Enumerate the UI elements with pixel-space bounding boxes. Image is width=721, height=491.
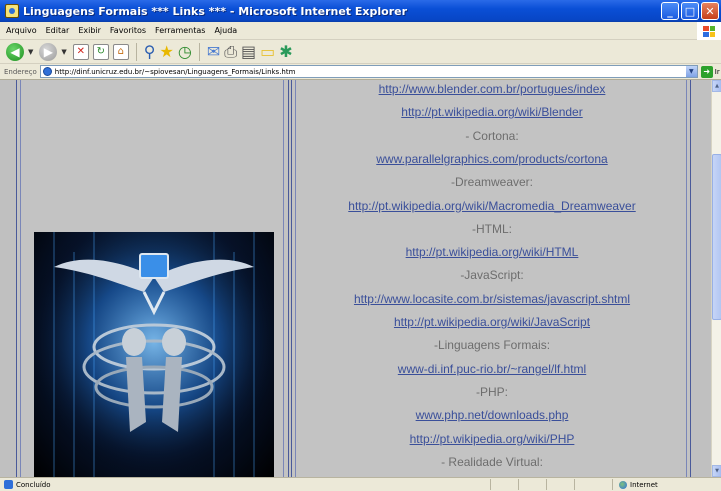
windows-logo-icon: [697, 22, 721, 40]
robots-artwork-image: [34, 232, 274, 477]
links-list: http://www.blender.com.br/portugues/inde…: [292, 80, 692, 477]
link-item[interactable]: http://pt.wikipedia.org/wiki/HTML: [292, 245, 692, 259]
mail-icon[interactable]: ✉: [207, 43, 220, 60]
history-icon[interactable]: ◷: [178, 43, 192, 60]
menu-bar: Arquivo Editar Exibir Favoritos Ferramen…: [0, 22, 721, 40]
link-item[interactable]: http://www.locasite.com.br/sistemas/java…: [292, 292, 692, 306]
link-item[interactable]: http://www.blender.com.br/portugues/inde…: [292, 82, 692, 96]
link-item[interactable]: http://pt.wikipedia.org/wiki/Macromedia_…: [292, 199, 692, 213]
refresh-icon[interactable]: ↻: [92, 43, 109, 60]
scroll-thumb[interactable]: [712, 154, 721, 320]
maximize-button[interactable]: □: [681, 2, 699, 20]
menu-arquivo[interactable]: Arquivo: [6, 26, 37, 35]
window-title: Linguagens Formais *** Links *** - Micro…: [23, 4, 408, 18]
toolbar: ◀ ▼ ▶ ▼ ✕ ↻ ⌂ ⚲ ★ ◷ ✉ ⎙ ▤ ▭ ✱: [0, 40, 721, 64]
link-item[interactable]: www.php.net/downloads.php: [292, 408, 692, 422]
link-item[interactable]: http://pt.wikipedia.org/wiki/Blender: [292, 105, 692, 119]
security-zone: Internet: [612, 479, 658, 490]
menu-exibir[interactable]: Exibir: [78, 26, 101, 35]
address-input[interactable]: http://dinf.unicruz.edu.br/~spiovesan/Li…: [39, 65, 698, 78]
back-icon[interactable]: ◀: [6, 42, 24, 61]
section-label: -HTML:: [472, 221, 512, 236]
scroll-down-button[interactable]: ▼: [712, 465, 721, 477]
menu-favoritos[interactable]: Favoritos: [110, 26, 146, 35]
page-viewport: http://www.blender.com.br/portugues/inde…: [0, 80, 711, 477]
status-text: Concluído: [16, 480, 51, 489]
window-controls: _ □ ✕: [661, 2, 719, 20]
status-panes: [490, 479, 602, 490]
link-item[interactable]: www-di.inf.puc-rio.br/~rangel/lf.html: [292, 362, 692, 376]
title-bar: Linguagens Formais *** Links *** - Micro…: [0, 0, 721, 22]
print-icon[interactable]: ⎙: [224, 43, 237, 60]
left-panel: [16, 80, 289, 477]
section-label: -Dreamweaver:: [450, 175, 534, 190]
section-label: -Linguagens Formais:: [433, 338, 551, 353]
vertical-scrollbar[interactable]: ▲ ▼: [711, 80, 721, 477]
stop-icon[interactable]: ✕: [72, 43, 89, 60]
close-button[interactable]: ✕: [701, 2, 719, 20]
scroll-up-button[interactable]: ▲: [712, 80, 721, 92]
folder-icon[interactable]: ▭: [260, 43, 275, 60]
menu-ajuda[interactable]: Ajuda: [214, 26, 237, 35]
zone-text: Internet: [630, 480, 658, 489]
search-icon[interactable]: ⚲: [144, 43, 156, 60]
address-bar: Endereço http://dinf.unicruz.edu.br/~spi…: [0, 64, 721, 80]
menu-editar[interactable]: Editar: [46, 26, 70, 35]
links-panel: http://www.blender.com.br/portugues/inde…: [291, 80, 691, 477]
go-button[interactable]: Ir: [715, 68, 720, 76]
messenger-icon[interactable]: ✱: [279, 43, 292, 60]
favorites-icon[interactable]: ★: [160, 43, 174, 60]
link-item[interactable]: http://pt.wikipedia.org/wiki/PHP: [292, 432, 692, 446]
address-dropdown-icon[interactable]: ▼: [685, 66, 697, 77]
section-label: - Realidade Virtual:: [441, 454, 543, 469]
internet-globe-icon: [619, 480, 627, 489]
page-icon: [42, 67, 52, 76]
go-arrow-icon[interactable]: ➜: [700, 65, 713, 78]
edit-icon[interactable]: ▤: [241, 43, 256, 60]
link-item[interactable]: http://pt.wikipedia.org/wiki/JavaScript: [292, 315, 692, 329]
address-label: Endereço: [4, 67, 37, 76]
section-label: -PHP:: [475, 384, 508, 399]
link-item[interactable]: www.parallelgraphics.com/products/corton…: [292, 152, 692, 166]
toolbar-separator: [135, 42, 137, 61]
menu-ferramentas[interactable]: Ferramentas: [155, 26, 205, 35]
status-bar: Concluído Internet: [0, 477, 721, 491]
toolbar-separator: [198, 42, 200, 61]
home-icon[interactable]: ⌂: [112, 43, 129, 60]
forward-icon[interactable]: ▶: [39, 42, 58, 61]
section-label: -JavaScript:: [460, 268, 524, 283]
forward-dropdown-icon[interactable]: ▼: [61, 48, 66, 56]
minimize-button[interactable]: _: [661, 2, 679, 20]
ie-app-icon[interactable]: [5, 4, 19, 18]
back-dropdown-icon[interactable]: ▼: [28, 48, 33, 56]
page-done-icon: [4, 480, 13, 489]
address-url[interactable]: http://dinf.unicruz.edu.br/~spiovesan/Li…: [55, 68, 296, 76]
section-label: - Cortona:: [465, 128, 519, 143]
